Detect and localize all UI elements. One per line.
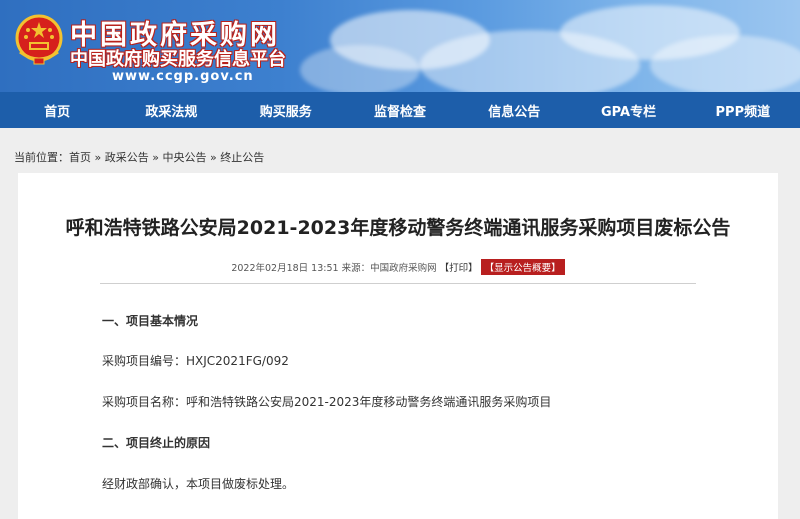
section-heading: 二、项目终止的原因	[102, 436, 211, 450]
article-meta: 2022年02月18日 13:51 来源：中国政府采购网 【打印】 【显示公告概…	[18, 259, 778, 275]
breadcrumb-prefix: 当前位置：	[14, 151, 69, 164]
breadcrumb-separator: »	[152, 151, 159, 164]
nav-item-services[interactable]: 购买服务	[229, 92, 343, 128]
termination-reason: 经财政部确认，本项目做废标处理。	[102, 477, 295, 491]
nav-item-home[interactable]: 首页	[0, 92, 114, 128]
site-url: www.ccgp.gov.cn	[112, 69, 254, 84]
main-nav: 首页 政采法规 购买服务 监督检查 信息公告 GPA专栏 PPP频道	[0, 92, 800, 128]
breadcrumb: 当前位置：首页 » 政采公告 » 中央公告 » 终止公告	[14, 149, 264, 165]
project-number: 采购项目编号：HXJC2021FG/092	[102, 354, 289, 368]
article-title: 呼和浩特铁路公安局2021-2023年度移动警务终端通讯服务采购项目废标公告	[65, 217, 731, 239]
breadcrumb-link-central[interactable]: 中央公告	[162, 151, 206, 164]
breadcrumb-link-home[interactable]: 首页	[69, 151, 91, 164]
nav-item-gpa[interactable]: GPA专栏	[571, 92, 685, 128]
show-summary-button[interactable]: 【显示公告概要】	[480, 259, 565, 275]
breadcrumb-separator: »	[94, 151, 102, 164]
section-heading: 一、项目基本情况	[102, 314, 199, 328]
nav-item-regulations[interactable]: 政采法规	[114, 92, 228, 128]
site-subtitle: 中国政府购买服务信息平台	[70, 49, 286, 70]
breadcrumb-link-procurement[interactable]: 政采公告	[105, 151, 149, 164]
project-name: 采购项目名称：呼和浩特铁路公安局2021-2023年度移动警务终端通讯服务采购项…	[102, 395, 552, 409]
breadcrumb-link-termination[interactable]: 终止公告	[220, 151, 264, 164]
article-panel: 呼和浩特铁路公安局2021-2023年度移动警务终端通讯服务采购项目废标公告 2…	[18, 173, 778, 519]
breadcrumb-separator: »	[209, 151, 217, 164]
banner-cloud	[650, 35, 800, 92]
site-banner: 中国政府采购网 中国政府购买服务信息平台 www.ccgp.gov.cn	[0, 0, 800, 92]
national-emblem-icon	[15, 14, 63, 65]
divider	[100, 283, 696, 284]
nav-item-supervision[interactable]: 监督检查	[343, 92, 457, 128]
article-date-source: 2022年02月18日 13:51 来源：中国政府采购网	[231, 263, 437, 274]
print-link[interactable]: 【打印】	[440, 263, 478, 274]
banner-cloud	[300, 45, 420, 92]
nav-item-announcements[interactable]: 信息公告	[457, 92, 571, 128]
nav-item-ppp[interactable]: PPP频道	[686, 92, 800, 128]
